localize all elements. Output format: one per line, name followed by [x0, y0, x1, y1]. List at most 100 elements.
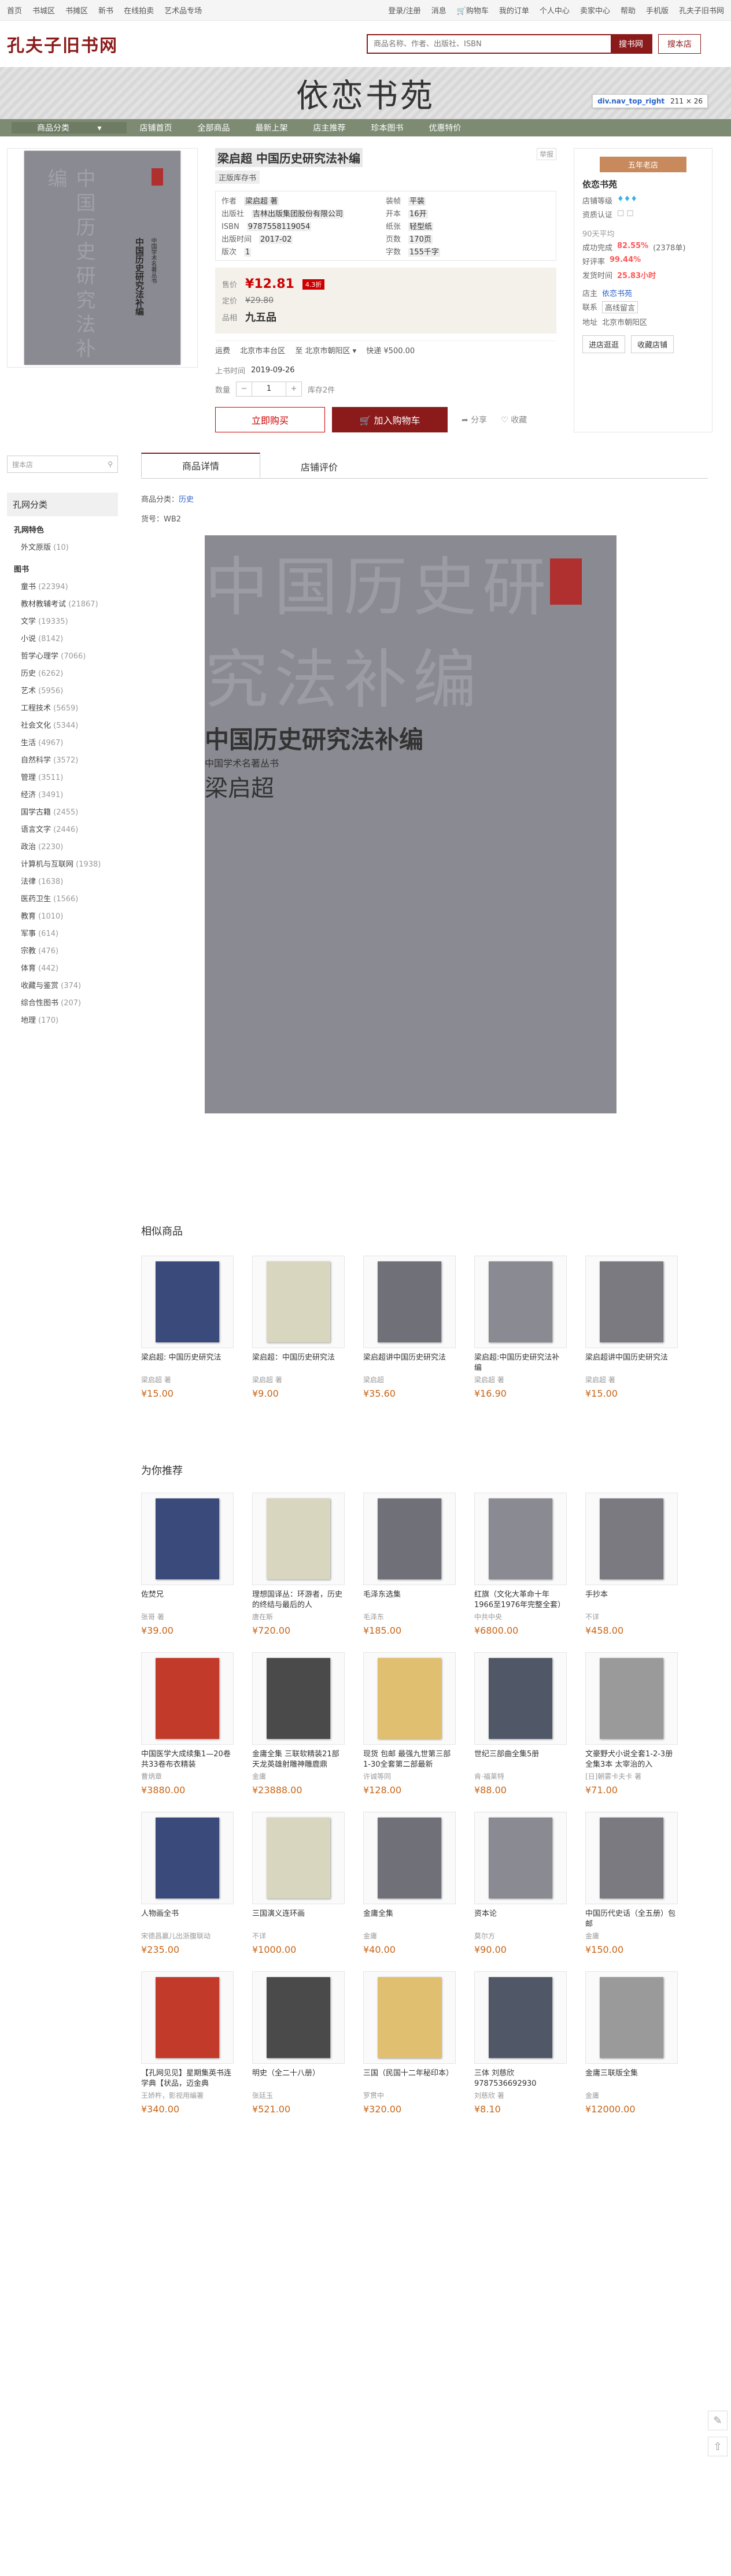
product-thumbnail[interactable] [141, 1652, 234, 1745]
product-title[interactable]: 三体 刘慈欣 9787536692930 [474, 2068, 567, 2089]
product-card[interactable]: 手抄本 不详 ¥458.00 [585, 1493, 678, 1636]
product-card[interactable]: 三体 刘慈欣 9787536692930 刘慈欣 著 ¥8.10 [474, 1971, 567, 2115]
category-item[interactable]: 历史 (6262) [14, 665, 111, 683]
product-card[interactable]: 中国历代史话（全五册）包邮 金庸 ¥150.00 [585, 1812, 678, 1955]
product-card[interactable]: 金庸全集 金庸 ¥40.00 [363, 1812, 456, 1955]
product-cover[interactable]: 中国历史研究法补编 中国历史研究法补编 中国学术名著丛书 [7, 148, 198, 368]
back-to-top-icon[interactable]: ⇧ [708, 2437, 728, 2456]
product-card[interactable]: 梁启超: 中国历史研究法 梁启超 著 ¥15.00 [141, 1256, 234, 1399]
nav-all[interactable]: 全部商品 [184, 122, 242, 134]
product-card[interactable]: 世纪三部曲全集5册 肯·福莱特 ¥88.00 [474, 1652, 567, 1796]
product-thumbnail[interactable] [474, 1493, 567, 1585]
product-card[interactable]: 金庸全集 三联软精装21部 天龙英雄射雕神雕鹿鼎 金庸 ¥23888.00 [252, 1652, 345, 1796]
product-card[interactable]: 文豪野犬小说全套1-2-3册 全集3本 太宰治的入 [日]朝雾卡夫卡 著 ¥71.0… [585, 1652, 678, 1796]
site-logo[interactable]: 孔夫子旧书网 [7, 31, 118, 57]
category-item[interactable]: 语言文字 (2446) [14, 821, 111, 839]
product-thumbnail[interactable] [252, 1493, 345, 1585]
product-title[interactable]: 红旗（文化大革命十年1966至1976年完整全套） [474, 1590, 567, 1611]
category-item[interactable]: 教育 (1010) [14, 908, 111, 926]
category-item[interactable]: 军事 (614) [14, 926, 111, 943]
product-title[interactable]: 佐焚兄 [141, 1590, 234, 1611]
category-item[interactable]: 小说 (8142) [14, 631, 111, 648]
add-to-cart-button[interactable]: 🛒 加入购物车 [332, 407, 448, 432]
product-thumbnail[interactable] [141, 1812, 234, 1904]
category-item[interactable]: 艺术 (5956) [14, 683, 111, 700]
search-input[interactable] [368, 35, 611, 53]
detail-category-link[interactable]: 历史 [179, 495, 194, 504]
nav-recommend[interactable]: 店主推荐 [300, 122, 358, 134]
product-title[interactable]: 三国演义连环画 [252, 1909, 345, 1930]
product-title[interactable]: 现货 包邮 最强九世第三部1-30全套第二部最新 [363, 1749, 456, 1770]
product-card[interactable]: 资本论 莫尔方 ¥90.00 [474, 1812, 567, 1955]
category-item[interactable]: 收藏与鉴赏 (374) [14, 978, 111, 995]
category-item[interactable]: 教材教辅考试 (21867) [14, 596, 111, 613]
category-item[interactable]: 文学 (19335) [14, 613, 111, 631]
buy-now-button[interactable]: 立即购买 [215, 407, 325, 432]
product-thumbnail[interactable] [252, 1812, 345, 1904]
top-link-home[interactable]: 首页 [7, 5, 22, 16]
plus-button[interactable]: + [286, 382, 301, 396]
product-thumbnail[interactable] [363, 1971, 456, 2064]
category-item[interactable]: 宗教 (476) [14, 943, 111, 960]
category-item[interactable]: 医药卫生 (1566) [14, 891, 111, 908]
product-title[interactable]: 金庸全集 三联软精装21部 天龙英雄射雕神雕鹿鼎 [252, 1749, 345, 1770]
category-item[interactable]: 体育 (442) [14, 960, 111, 978]
product-title[interactable]: 【孔网见见】星期集英书连学典【状品，迈金典 [141, 2068, 234, 2089]
product-title[interactable]: 梁启超讲中国历史研究法 [363, 1353, 456, 1374]
top-link-help[interactable]: 帮助 [621, 5, 636, 16]
category-item[interactable]: 管理 (3511) [14, 769, 111, 787]
product-thumbnail[interactable] [474, 1652, 567, 1745]
product-title[interactable]: 明史（全二十八册） [252, 2068, 345, 2089]
shop-search-input[interactable]: 搜本店 ⚲ [7, 456, 118, 473]
product-card[interactable]: 【孔网见见】星期集英书连学典【状品，迈金典 王娇杵，影视用编署 ¥340.00 [141, 1971, 234, 2115]
top-link-auction[interactable]: 在线拍卖 [124, 5, 154, 16]
product-thumbnail[interactable] [141, 1493, 234, 1585]
top-link-bookcity[interactable]: 书城区 [32, 5, 55, 16]
top-link-msg[interactable]: 消息 [431, 5, 446, 16]
top-link-cart[interactable]: 🛒购物车 [457, 5, 489, 16]
category-item[interactable]: 政治 (2230) [14, 839, 111, 856]
minus-button[interactable]: − [237, 382, 252, 396]
favorite-button[interactable]: ♡ 收藏 [501, 414, 527, 425]
product-thumbnail[interactable] [585, 1493, 678, 1585]
product-card[interactable]: 梁启超讲中国历史研究法 梁启超 著 ¥15.00 [585, 1256, 678, 1399]
product-card[interactable]: 三国演义连环画 不详 ¥1000.00 [252, 1812, 345, 1955]
product-title[interactable]: 梁启超讲中国历史研究法 [585, 1353, 678, 1374]
product-title[interactable]: 金庸全集 [363, 1909, 456, 1930]
category-item[interactable]: 生活 (4967) [14, 735, 111, 752]
top-link-orders[interactable]: 我的订单 [499, 5, 529, 16]
enter-shop-button[interactable]: 进店逛逛 [582, 335, 626, 353]
top-link-mobile[interactable]: 手机版 [646, 5, 669, 16]
contact-button[interactable]: 高线留言 [602, 301, 638, 313]
category-item[interactable]: 外文原版 (10) [14, 539, 111, 557]
product-card[interactable]: 中国医学大成续集1—20卷共33卷布衣精装 曹炳章 ¥3880.00 [141, 1652, 234, 1796]
product-thumbnail[interactable] [363, 1493, 456, 1585]
nav-category[interactable]: 商品分类 ▾ [12, 122, 127, 134]
report-link[interactable]: 举报 [536, 148, 556, 160]
product-thumbnail[interactable] [474, 1971, 567, 2064]
product-title[interactable]: 资本论 [474, 1909, 567, 1930]
category-item[interactable]: 国学古籍 (2455) [14, 804, 111, 821]
quantity-input[interactable]: 1 [252, 382, 287, 396]
product-thumbnail[interactable] [474, 1812, 567, 1904]
nav-shop-home[interactable]: 店铺首页 [127, 122, 184, 134]
product-thumbnail[interactable] [585, 1256, 678, 1348]
product-thumbnail[interactable] [252, 1652, 345, 1745]
product-card[interactable]: 金庸三联版全集 金庸 ¥12000.00 [585, 1971, 678, 2115]
product-thumbnail[interactable] [474, 1256, 567, 1348]
category-item[interactable]: 计算机与互联网 (1938) [14, 856, 111, 874]
product-thumbnail[interactable] [585, 1652, 678, 1745]
nav-latest[interactable]: 最新上架 [242, 122, 300, 134]
product-thumbnail[interactable] [363, 1256, 456, 1348]
top-link-stall[interactable]: 书摊区 [65, 5, 88, 16]
category-item[interactable]: 地理 (170) [14, 1012, 111, 1030]
category-item[interactable]: 哲学心理学 (7066) [14, 648, 111, 665]
category-item[interactable]: 综合性图书 (207) [14, 995, 111, 1012]
product-card[interactable]: 理想国译丛：环游者，历史的终结与最后的人 唐在斯 ¥720.00 [252, 1493, 345, 1636]
product-thumbnail[interactable] [363, 1812, 456, 1904]
product-thumbnail[interactable] [252, 1971, 345, 2064]
product-card[interactable]: 梁启超讲中国历史研究法 梁启超 ¥35.60 [363, 1256, 456, 1399]
product-card[interactable]: 红旗（文化大革命十年1966至1976年完整全套） 中共中央 ¥6800.00 [474, 1493, 567, 1636]
nav-rare[interactable]: 珍本图书 [358, 122, 416, 134]
product-thumbnail[interactable] [363, 1652, 456, 1745]
